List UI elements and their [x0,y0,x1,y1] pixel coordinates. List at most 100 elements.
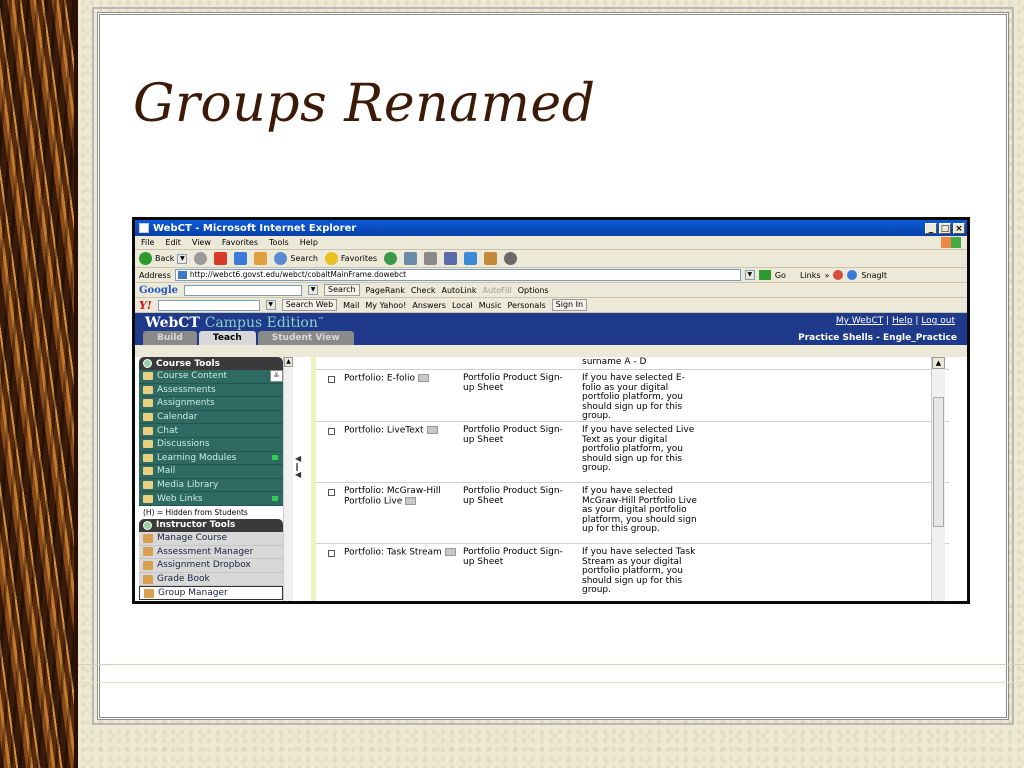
row-checkbox[interactable] [328,376,335,383]
menu-tools[interactable]: Tools [269,238,289,247]
menu-file[interactable]: File [141,238,154,247]
sidebar-scrollbar[interactable]: ▲ [283,357,293,601]
signup-sheet-cell[interactable]: Portfolio Product Sign-up Sheet [463,425,573,445]
sidebar-item-learning-modules[interactable]: Learning Modules [139,451,283,466]
signup-sheet-cell[interactable]: Portfolio Product Sign-up Sheet [463,486,573,506]
google-logo[interactable]: Google [139,285,178,296]
sidebar-item-manage-course[interactable]: Manage Course [139,531,283,546]
content-scrollbar[interactable]: ▲ [931,357,945,601]
research-icon[interactable] [484,252,498,265]
sidebar-item-discussions[interactable]: Discussions [139,437,283,452]
tab-student-view[interactable]: Student View [257,331,354,345]
snagit-button[interactable]: SnagIt [861,271,887,280]
webct-tabs: Build Teach Student View [143,331,354,345]
expand-icon[interactable]: ≚ [270,370,283,383]
help-link[interactable]: Help [892,316,913,326]
dropbox-icon [143,560,153,570]
messenger-icon[interactable] [464,252,478,265]
row-checkbox[interactable] [328,428,335,435]
yahoo-dropdown-icon[interactable]: ▼ [265,300,276,310]
options-button[interactable]: Options [518,286,549,295]
row-checkbox[interactable] [328,550,335,557]
collapse-sidebar-handle[interactable]: ◀ ‖ ◀ [295,455,301,479]
sidebar-item-mail[interactable]: Mail [139,465,283,479]
history-icon[interactable] [384,252,398,265]
scroll-up-icon[interactable]: ▲ [932,357,945,369]
minimize-button[interactable]: _ [925,222,937,234]
bark-border [0,0,78,768]
address-bar: Address http://webct6.govst.edu/webct/co… [135,268,967,283]
tab-teach[interactable]: Teach [198,331,256,345]
menu-help[interactable]: Help [300,238,318,247]
link-icon [143,494,153,503]
maximize-button[interactable]: □ [939,222,951,234]
logout-link[interactable]: Log out [921,316,955,326]
sidebar-item-media-library[interactable]: Media Library [139,478,283,493]
personals-link[interactable]: Personals [507,301,545,310]
go-button[interactable]: Go [775,271,786,280]
back-button[interactable]: Back ▼ [139,252,188,265]
group-name-cell[interactable]: Portfolio: E-folio [344,374,456,384]
sidebar-item-course-content[interactable]: Course Content ≚ [139,370,283,384]
sidebar-item-chat[interactable]: Chat [139,424,283,438]
menu-favorites[interactable]: Favorites [222,238,258,247]
my-webct-link[interactable]: My WebCT [836,316,883,326]
music-link[interactable]: Music [479,301,502,310]
search-button[interactable]: Search [274,252,318,265]
my-yahoo-link[interactable]: My Yahoo! [365,301,406,310]
refresh-icon[interactable] [234,252,248,265]
autolink-button[interactable]: AutoLink [442,286,477,295]
address-input[interactable]: http://webct6.govst.edu/webct/cobaltMain… [174,269,741,281]
signup-sheet-cell[interactable]: Portfolio Product Sign-up Sheet [463,547,573,567]
links-label[interactable]: Links [800,271,821,280]
address-dropdown-icon[interactable]: ▼ [744,270,755,280]
group-name-cell[interactable]: Portfolio: McGraw-Hill Portfolio Live [344,486,456,507]
sidebar-item-assignment-dropbox[interactable]: Assignment Dropbox [139,559,283,573]
sidebar-item-grade-book[interactable]: Grade Book [139,572,283,587]
pagerank-label: PageRank [365,285,405,295]
print-icon[interactable] [424,252,438,265]
signup-sheet-cell[interactable]: Portfolio Product Sign-up Sheet [463,373,573,393]
google-dropdown-icon[interactable]: ▼ [308,285,319,295]
search-web-button[interactable]: Search Web [281,299,338,311]
menu-edit[interactable]: Edit [165,238,181,247]
addon-icon[interactable] [833,270,844,280]
local-link[interactable]: Local [452,301,473,310]
group-name-cell[interactable]: Portfolio: LiveText [344,426,456,436]
module-icon [143,453,153,462]
sign-in-button[interactable]: Sign In [551,299,588,311]
answers-link[interactable]: Answers [412,301,446,310]
scroll-up-icon[interactable]: ▲ [284,357,293,367]
row-checkbox[interactable] [328,489,335,496]
tab-build[interactable]: Build [143,331,197,345]
course-tools-header[interactable]: Course Tools [139,357,283,370]
autofill-button[interactable]: AutoFill [482,286,511,295]
edit-icon[interactable] [444,252,458,265]
instructor-tools-header[interactable]: Instructor Tools [139,518,283,532]
sidebar-item-web-links[interactable]: Web Links [139,492,283,506]
sidebar-item-assessment-manager[interactable]: Assessment Manager [139,545,283,560]
stop-icon[interactable] [214,252,228,265]
sidebar-item-assignments[interactable]: Assignments [139,397,283,411]
scroll-thumb[interactable] [933,397,944,527]
google-search-input[interactable] [184,284,303,296]
favorites-button[interactable]: Favorites [324,252,377,265]
close-button[interactable]: × [953,222,965,234]
chevron-right-icon[interactable]: » [825,271,830,280]
home-icon[interactable] [254,252,268,265]
sidebar-item-calendar[interactable]: Calendar [139,410,283,425]
group-name-cell[interactable]: Portfolio: Task Stream [344,548,456,558]
forward-arrow-icon[interactable] [194,252,208,265]
mail-icon[interactable] [404,252,418,265]
go-arrow-icon[interactable] [758,270,771,280]
yahoo-search-input[interactable] [157,299,260,311]
sidebar-item-assessments[interactable]: Assessments [139,383,283,398]
yahoo-logo[interactable]: Y! [139,299,152,312]
google-search-button[interactable]: Search [324,284,360,296]
sidebar-item-group-manager[interactable]: Group Manager [139,586,283,600]
people-icon[interactable] [504,252,518,265]
yahoo-mail-link[interactable]: Mail [343,301,359,310]
menu-view[interactable]: View [192,238,211,247]
snagit-icon[interactable] [847,270,858,280]
check-button[interactable]: Check [411,286,436,295]
